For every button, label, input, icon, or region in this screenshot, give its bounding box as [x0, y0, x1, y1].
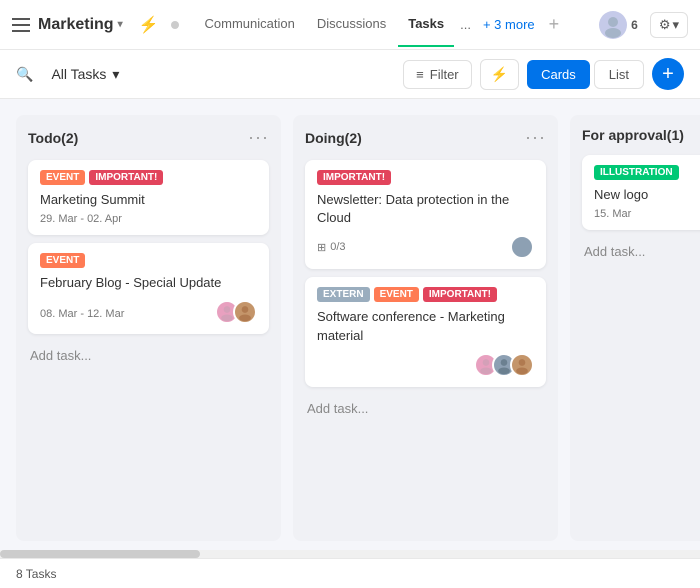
brand-name: Marketing [38, 16, 114, 34]
add-tab-btn[interactable]: + [543, 14, 566, 35]
column-todo-title: Todo(2) [28, 130, 78, 146]
avatar [510, 353, 534, 377]
search-icon: 🔍 [16, 66, 33, 83]
top-nav: Marketing ▾ ⚡ Communication Discussions … [0, 0, 700, 50]
nav-tabs: Communication Discussions Tasks ... + 3 … [195, 2, 592, 47]
filter-icon: ≡ [416, 67, 424, 82]
avatar-stack [474, 353, 534, 377]
status-bar: 8 Tasks [0, 558, 700, 588]
card-tags: EXTERN EVENT IMPORTANT! [317, 287, 534, 302]
add-task-todo[interactable]: Add task... [28, 342, 269, 369]
pulse-icon[interactable]: ⚡ [139, 15, 159, 35]
card-tags: EVENT IMPORTANT! [40, 170, 257, 185]
filter-label: Filter [430, 67, 459, 82]
card-tags: ILLUSTRATION [594, 165, 700, 180]
column-approval: For approval(1) ILLUSTRATION New logo 15… [570, 115, 700, 541]
column-todo-menu[interactable]: ··· [248, 127, 269, 148]
hamburger-menu[interactable] [12, 18, 30, 32]
tab-discussions[interactable]: Discussions [307, 2, 396, 47]
card-footer: ⊞ 0/3 [317, 235, 534, 259]
tab-communication[interactable]: Communication [195, 2, 305, 47]
card-title: Software conference - Marketing material [317, 308, 534, 344]
column-approval-header: For approval(1) [582, 127, 700, 143]
all-tasks-label: All Tasks [51, 66, 106, 82]
card-tags: IMPORTANT! [317, 170, 534, 185]
add-task-button[interactable]: + [652, 58, 684, 90]
tag-event: EVENT [40, 253, 85, 268]
avatar-stack [215, 300, 257, 324]
task-count: 8 Tasks [16, 567, 56, 581]
all-tasks-chevron: ▾ [112, 66, 119, 83]
tag-important: IMPORTANT! [89, 170, 163, 185]
user-avatar [599, 11, 627, 39]
card-title: February Blog - Special Update [40, 274, 257, 292]
brand[interactable]: Marketing ▾ [38, 16, 123, 34]
view-toggle: Cards List [527, 60, 644, 89]
column-doing: Doing(2) ··· IMPORTANT! Newsletter: Data… [293, 115, 558, 541]
tag-important: IMPORTANT! [423, 287, 497, 302]
tag-event: EVENT [374, 287, 419, 302]
card-title: Marketing Summit [40, 191, 257, 209]
tag-illustration: ILLUSTRATION [594, 165, 679, 180]
column-todo-header: Todo(2) ··· [28, 127, 269, 148]
card-footer: 08. Mar - 12. Mar [40, 300, 257, 324]
activity-button[interactable]: ⚡ [480, 59, 519, 90]
card-february-blog[interactable]: EVENT February Blog - Special Update 08.… [28, 243, 269, 334]
tag-important: IMPORTANT! [317, 170, 391, 185]
card-date: 29. Mar - 02. Apr [40, 213, 257, 225]
settings-button[interactable]: ⚙ ▾ [650, 12, 688, 38]
column-doing-menu[interactable]: ··· [525, 127, 546, 148]
column-doing-header: Doing(2) ··· [305, 127, 546, 148]
card-software-conference[interactable]: EXTERN EVENT IMPORTANT! Software confere… [305, 277, 546, 386]
filter-button[interactable]: ≡ Filter [403, 60, 471, 89]
card-newsletter[interactable]: IMPORTANT! Newsletter: Data protection i… [305, 160, 546, 269]
status-dot [171, 21, 179, 29]
card-footer [317, 353, 534, 377]
card-date: 15. Mar [594, 208, 700, 220]
card-subtask: ⊞ 0/3 [317, 241, 346, 254]
card-title: Newsletter: Data protection in the Cloud [317, 191, 534, 227]
subtask-icon: ⊞ [317, 241, 326, 254]
column-todo: Todo(2) ··· EVENT IMPORTANT! Marketing S… [16, 115, 281, 541]
card-new-logo[interactable]: ILLUSTRATION New logo 15. Mar [582, 155, 700, 230]
card-date: 08. Mar - 12. Mar [40, 308, 124, 320]
avatar [233, 300, 257, 324]
all-tasks-button[interactable]: All Tasks ▾ [41, 60, 129, 89]
scrollbar-thumb[interactable] [0, 550, 200, 558]
column-approval-title: For approval(1) [582, 127, 684, 143]
gear-icon: ⚙ [659, 17, 671, 33]
tab-more[interactable]: ... [456, 17, 475, 32]
avatar [510, 235, 534, 259]
column-doing-title: Doing(2) [305, 130, 362, 146]
activity-icon: ⚡ [491, 66, 508, 82]
tag-extern: EXTERN [317, 287, 370, 302]
subtask-count: 0/3 [330, 241, 345, 253]
scrollbar-track [0, 550, 700, 558]
card-marketing-summit[interactable]: EVENT IMPORTANT! Marketing Summit 29. Ma… [28, 160, 269, 235]
list-view-button[interactable]: List [594, 60, 644, 89]
card-title: New logo [594, 186, 700, 204]
card-tags: EVENT [40, 253, 257, 268]
settings-chevron: ▾ [672, 17, 679, 33]
cards-view-button[interactable]: Cards [527, 60, 590, 89]
plus-more-tabs[interactable]: + 3 more [477, 17, 541, 32]
avatar-group[interactable]: 6 [599, 11, 638, 39]
tag-event: EVENT [40, 170, 85, 185]
toolbar: 🔍 All Tasks ▾ ≡ Filter ⚡ Cards List + [0, 50, 700, 99]
tab-tasks[interactable]: Tasks [398, 2, 454, 47]
add-task-doing[interactable]: Add task... [305, 395, 546, 422]
avatar-stack [510, 235, 534, 259]
kanban-board: Todo(2) ··· EVENT IMPORTANT! Marketing S… [0, 99, 700, 557]
brand-chevron: ▾ [118, 19, 123, 30]
avatar-count: 6 [631, 18, 638, 32]
add-task-approval[interactable]: Add task... [582, 238, 700, 265]
